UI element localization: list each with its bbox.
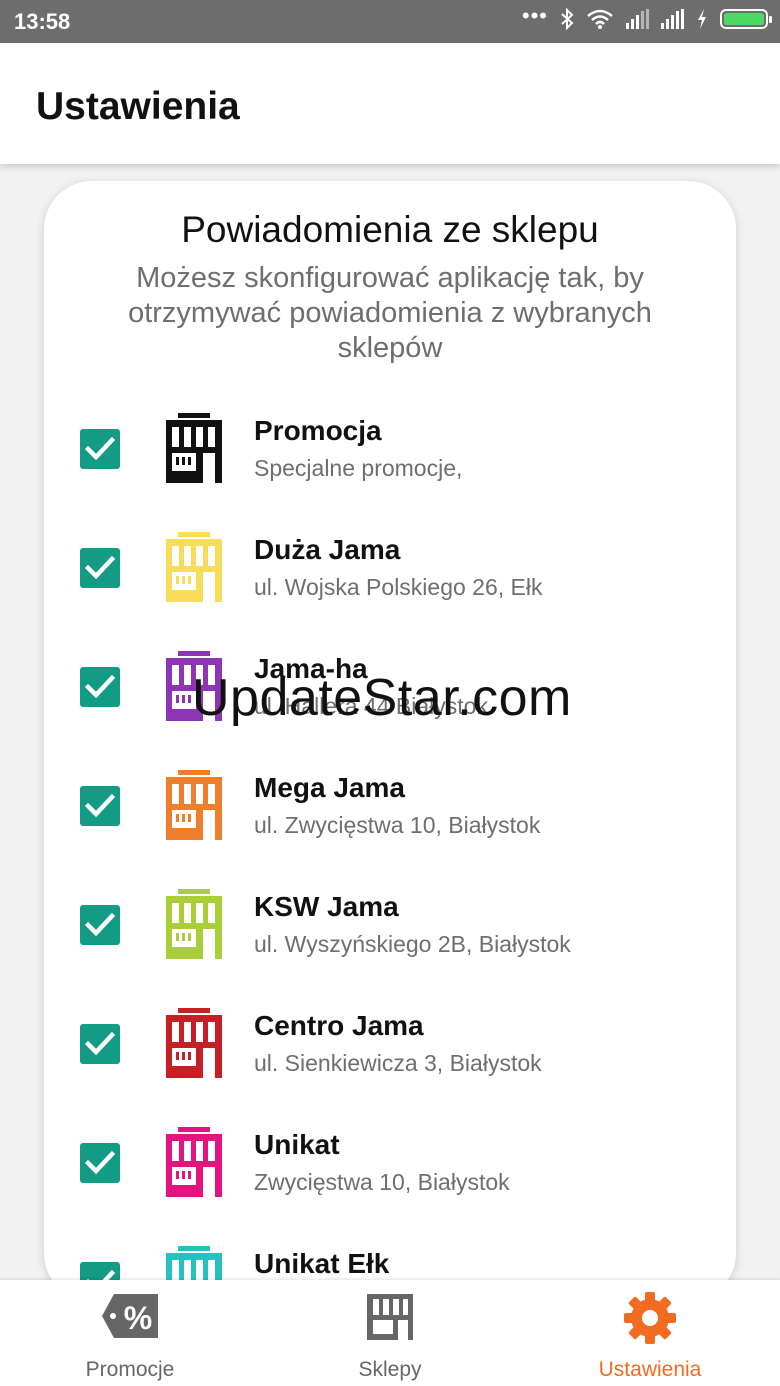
store-checkbox[interactable]: [80, 429, 120, 469]
store-name: Unikat: [254, 1129, 340, 1160]
signal-icon: [661, 9, 684, 29]
nav-item-promocje[interactable]: % Promocje: [0, 1280, 260, 1386]
store-row: Jama-ha ul. Hallera 44 Białystok: [44, 649, 736, 759]
signal-icon: [626, 9, 649, 29]
store-building-icon: [166, 770, 222, 840]
store-name: KSW Jama: [254, 891, 399, 922]
app-bar: Ustawienia: [0, 43, 780, 164]
gear-icon: [624, 1292, 676, 1344]
store-checkbox[interactable]: [80, 905, 120, 945]
store-building-icon: [166, 651, 222, 721]
nav-item-sklepy[interactable]: Sklepy: [260, 1280, 520, 1386]
store-address: ul. Sienkiewicza 3, Białystok: [254, 1050, 542, 1076]
nav-label: Sklepy: [358, 1358, 422, 1381]
store-address: ul. Hallera 44 Białystok: [254, 693, 488, 719]
nav-label: Promocje: [85, 1358, 175, 1381]
more-dots-icon: •••: [521, 3, 548, 28]
check-icon: [85, 1031, 115, 1056]
store-name: Jama-ha: [254, 653, 368, 684]
notifications-card: Powiadomienia ze sklepu Możesz skonfigur…: [44, 181, 736, 1301]
nav-label: Ustawienia: [598, 1358, 702, 1381]
bluetooth-icon: [561, 8, 574, 30]
status-time: 13:58: [14, 9, 71, 34]
store-row: Promocja Specjalne promocje,: [44, 411, 736, 521]
store-checkbox[interactable]: [80, 1024, 120, 1064]
charging-icon: [698, 9, 706, 29]
store-checkbox[interactable]: [80, 548, 120, 588]
store-checkbox[interactable]: [80, 667, 120, 707]
page-title: Ustawienia: [36, 85, 240, 128]
store-row: Centro Jama ul. Sienkiewicza 3, Białystok: [44, 1006, 736, 1116]
store-building-icon: [166, 413, 222, 483]
status-icons: •••: [521, 3, 772, 30]
store-name: Promocja: [254, 415, 382, 446]
check-icon: [85, 674, 115, 699]
status-bar: 13:58 •••: [0, 0, 780, 43]
store-building-icon: [166, 1008, 222, 1078]
store-building-icon: [166, 1127, 222, 1197]
store-address: ul. Zwycięstwa 10, Białystok: [254, 812, 541, 838]
store-address: ul. Wyszyńskiego 2B, Białystok: [254, 931, 571, 957]
svg-text:%: %: [124, 1300, 152, 1336]
store-icon: [367, 1294, 413, 1340]
wifi-icon: [587, 9, 613, 29]
store-address: ul. Wojska Polskiego 26, Ełk: [254, 574, 543, 600]
store-row: KSW Jama ul. Wyszyńskiego 2B, Białystok: [44, 887, 736, 997]
store-address: Specjalne promocje,: [254, 455, 463, 481]
store-checkbox[interactable]: [80, 1143, 120, 1183]
store-name: Duża Jama: [254, 534, 401, 565]
bottom-navigation: % Promocje Sklepy Ustawienia: [0, 1280, 780, 1386]
store-checkbox[interactable]: [80, 786, 120, 826]
check-icon: [85, 436, 115, 461]
store-building-icon: [166, 889, 222, 959]
store-row: Duża Jama ul. Wojska Polskiego 26, Ełk: [44, 530, 736, 640]
store-row: Mega Jama ul. Zwycięstwa 10, Białystok: [44, 768, 736, 878]
tag-percent-icon: %: [102, 1294, 158, 1338]
check-icon: [85, 1150, 115, 1175]
nav-item-ustawienia[interactable]: Ustawienia: [520, 1280, 780, 1386]
store-name: Unikat Ełk: [254, 1248, 390, 1279]
store-name: Mega Jama: [254, 772, 405, 803]
store-row: Unikat Zwycięstwa 10, Białystok: [44, 1125, 736, 1235]
store-name: Centro Jama: [254, 1010, 424, 1041]
check-icon: [85, 555, 115, 580]
check-icon: [85, 793, 115, 818]
battery-icon: [720, 9, 772, 29]
card-title: Powiadomienia ze sklepu: [181, 209, 599, 250]
store-address: Zwycięstwa 10, Białystok: [254, 1169, 510, 1195]
store-building-icon: [166, 532, 222, 602]
card-description: Możesz skonfigurować aplikację tak, by o…: [128, 262, 652, 364]
check-icon: [85, 912, 115, 937]
